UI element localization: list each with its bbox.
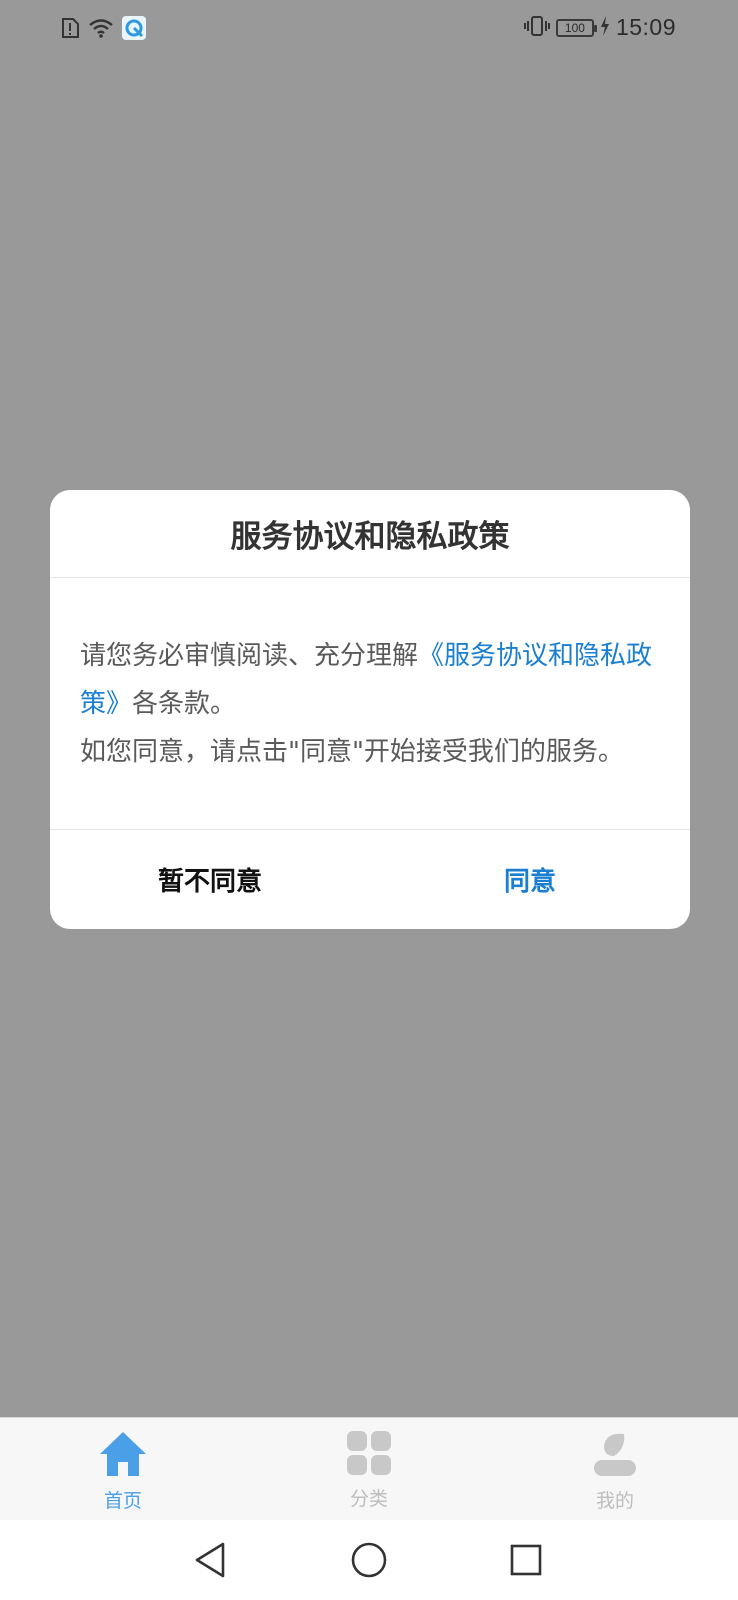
agree-button[interactable]: 同意 — [370, 830, 690, 928]
status-right-icons: 100 15:09 — [523, 14, 676, 41]
tab-home-label: 首页 — [103, 1490, 142, 1512]
back-icon[interactable] — [190, 1540, 230, 1580]
vibrate-icon — [523, 15, 550, 41]
system-nav-bar — [0, 1520, 738, 1600]
charging-icon — [600, 15, 610, 40]
tab-profile-label: 我的 — [595, 1490, 634, 1512]
body-after-link-text: 各条款。 — [132, 689, 237, 719]
battery-icon: 100 — [555, 18, 597, 37]
tab-home[interactable]: 首页 — [0, 1418, 246, 1521]
clock: 15:09 — [615, 14, 676, 40]
body-line2-text: 如您同意，请点击"同意"开始接受我们的服务。 — [80, 737, 624, 767]
tab-category-label: 分类 — [349, 1488, 388, 1510]
user-icon — [592, 1430, 638, 1482]
home-circle-icon[interactable] — [349, 1540, 389, 1580]
dialog-title: 服务协议和隐私政策 — [50, 490, 690, 578]
privacy-dialog: 服务协议和隐私政策 请您务必审慎阅读、充分理解《服务协议和隐私政策》各条款。 如… — [50, 490, 690, 929]
tab-profile[interactable]: 我的 — [492, 1418, 738, 1521]
battery-level: 100 — [564, 20, 585, 35]
home-icon — [98, 1430, 148, 1482]
status-left-icons — [60, 16, 146, 44]
tab-category[interactable]: 分类 — [246, 1418, 492, 1521]
dialog-body: 请您务必审慎阅读、充分理解《服务协议和隐私政策》各条款。 如您同意，请点击"同意… — [50, 578, 690, 830]
status-bar: 100 15:09 — [0, 0, 738, 58]
sim-alert-icon — [60, 17, 80, 43]
recents-icon[interactable] — [506, 1540, 546, 1580]
grid-icon — [346, 1430, 392, 1480]
bottom-tab-bar: 首页 分类 我的 — [0, 1417, 738, 1521]
wifi-icon — [88, 17, 114, 43]
app-notification-icon — [122, 16, 146, 44]
dialog-actions: 暂不同意 同意 — [50, 830, 690, 928]
decline-button[interactable]: 暂不同意 — [50, 830, 370, 928]
body-intro-text: 请您务必审慎阅读、充分理解 — [80, 641, 419, 671]
